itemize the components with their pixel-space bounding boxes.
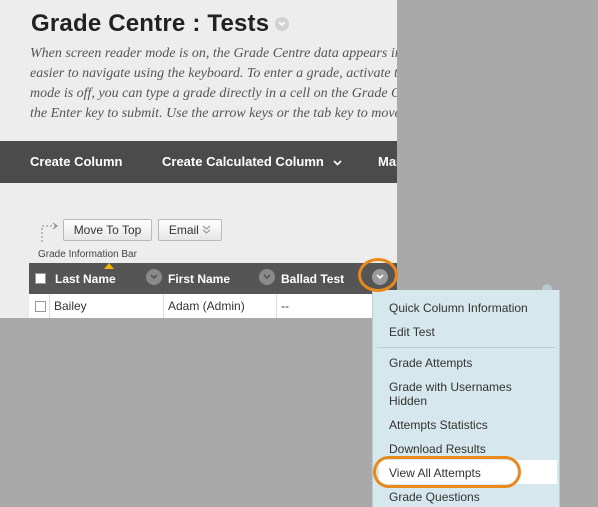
- menu-item-view-all-attempts[interactable]: View All Attempts: [389, 466, 481, 480]
- chevron-down-icon[interactable]: [259, 269, 275, 285]
- page-title: Grade Centre : Tests: [31, 10, 270, 37]
- menu-item-grade-questions[interactable]: Grade Questions: [389, 490, 480, 504]
- menu-item-edit-test[interactable]: Edit Test: [389, 325, 435, 339]
- email-button[interactable]: Email: [158, 219, 222, 241]
- create-calculated-column-button[interactable]: Create Calculated Column: [162, 141, 343, 184]
- chevron-down-icon[interactable]: [146, 269, 162, 285]
- double-chevron-down-icon: [202, 223, 211, 237]
- row-checkbox[interactable]: [35, 301, 46, 312]
- description-line: easier to navigate using the keyboard. T…: [30, 66, 397, 81]
- menu-item-quick-column-information[interactable]: Quick Column Information: [389, 301, 528, 315]
- column-context-menu: Quick Column Information Edit Test Grade…: [372, 290, 560, 507]
- table-row: Bailey Adam (Admin) --: [29, 294, 397, 318]
- menu-item-grade-usernames-hidden[interactable]: Grade with Usernames Hidden: [389, 380, 539, 408]
- cell-last-name[interactable]: Bailey: [54, 294, 87, 318]
- select-all-checkbox[interactable]: [35, 273, 46, 284]
- sort-ascending-icon: [104, 263, 114, 269]
- description-line: When screen reader mode is on, the Grade…: [30, 46, 397, 61]
- grid-header: Last Name First Name Ballad Test: [29, 263, 397, 294]
- cell-first-name[interactable]: Adam (Admin): [168, 294, 245, 318]
- menu-item-attempts-statistics[interactable]: Attempts Statistics: [389, 418, 488, 432]
- column-menu-button[interactable]: [372, 269, 388, 285]
- menu-divider: [377, 347, 555, 348]
- cell-divider: [49, 294, 50, 318]
- create-column-button[interactable]: Create Column: [30, 141, 122, 183]
- grade-centre-page: Grade Centre : Tests When screen reader …: [0, 0, 397, 318]
- grade-information-bar[interactable]: Grade Information Bar: [38, 249, 137, 260]
- cell-ballad-test[interactable]: --: [281, 294, 289, 318]
- action-bar: Create Column Create Calculated Column M…: [0, 141, 397, 183]
- description-line: mode is off, you can type a grade direct…: [30, 86, 397, 101]
- title-row: Grade Centre : Tests: [31, 8, 290, 40]
- move-to-top-button[interactable]: Move To Top: [63, 219, 152, 241]
- chevron-down-icon: [333, 142, 343, 184]
- column-header-ballad-test[interactable]: Ballad Test: [281, 263, 344, 294]
- page-description: When screen reader mode is on, the Grade…: [30, 44, 397, 124]
- cell-divider: [163, 294, 164, 318]
- email-label: Email: [168, 223, 199, 237]
- arrow-icon: [41, 222, 58, 242]
- chevron-down-icon[interactable]: [275, 17, 290, 31]
- create-calculated-column-label: Create Calculated Column: [162, 154, 324, 169]
- cell-divider: [276, 294, 277, 318]
- column-header-first-name[interactable]: First Name: [168, 263, 230, 294]
- menu-item-grade-attempts[interactable]: Grade Attempts: [389, 356, 472, 370]
- menu-item-download-results[interactable]: Download Results: [389, 442, 486, 456]
- manage-button[interactable]: Manage: [378, 141, 397, 183]
- description-line: the Enter key to submit. Use the arrow k…: [30, 106, 397, 121]
